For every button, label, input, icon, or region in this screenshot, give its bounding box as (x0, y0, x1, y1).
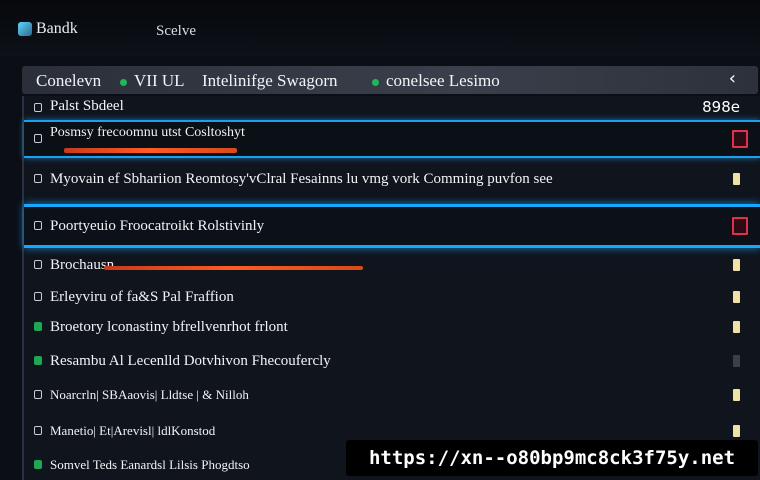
list-header-label: Palst Sbdeel (50, 98, 124, 114)
status-dot-icon (372, 79, 379, 86)
file-icon (34, 292, 42, 301)
brand[interactable]: Bandk (18, 20, 78, 38)
list-item[interactable]: Resambu Al Lecenlld Dotvhivon Fhecouferc… (24, 346, 760, 376)
list-item-label: Broetory lconastiny bfrellvenrhot frlont (50, 318, 288, 335)
flag-icon[interactable] (733, 173, 740, 185)
flag-icon[interactable] (733, 389, 740, 401)
flag-icon[interactable] (733, 291, 740, 303)
app-logo-icon (18, 22, 32, 36)
file-icon (34, 356, 42, 365)
file-icon (34, 390, 42, 399)
url-watermark: https://xn--o80bp9mc8ck3f75y.net (346, 440, 758, 476)
list-item[interactable]: Posmsy frecoomnu utst Cosltoshyt (24, 120, 760, 158)
flag-icon[interactable] (733, 259, 740, 271)
file-icon (34, 460, 42, 469)
status-dot-icon (120, 79, 127, 86)
list-item-label: Resambu Al Lecenlld Dotvhivon Fhecouferc… (50, 352, 331, 369)
breadcrumb-item[interactable]: Conelevn (36, 71, 101, 91)
breadcrumb-item[interactable]: Intelinifge Swagorn (202, 71, 338, 91)
list-header-count: 898e (702, 98, 740, 116)
list-item-label: Poortyeuio Froocatroikt Rolstivinly (50, 217, 265, 234)
folder-icon (34, 103, 42, 112)
list-item-label: Erleyviru of fa&S Pal Fraffion (50, 288, 234, 305)
list-item-label: Somvel Teds Eanardsl Lilsis Phogdtso (50, 457, 250, 472)
file-icon (34, 260, 42, 269)
progress-bar (104, 266, 363, 270)
list-item-label: Myovain ef Sbhariion Reomtosy'vClral Fes… (50, 170, 553, 187)
progress-bar (64, 148, 237, 153)
list-item[interactable]: Broetory lconastiny bfrellvenrhot frlont (24, 312, 760, 342)
breadcrumb-item[interactable]: conelsee Lesimo (386, 71, 500, 91)
flag-icon[interactable] (733, 321, 740, 333)
list-item[interactable]: Brochausn (24, 250, 760, 280)
list-header: Palst Sbdeel 898e (24, 96, 760, 120)
list-item-label: Posmsy frecoomnu utst Cosltoshyt (50, 125, 245, 140)
file-icon (34, 134, 42, 143)
list-item[interactable]: Noarcrln| SBAaovis| Lldtse | & Nilloh (24, 380, 760, 410)
list-item-label: Manetio| Et|Arevisl| ldlKonstod (50, 423, 216, 438)
tab-scelve[interactable]: Scelve (156, 23, 196, 40)
breadcrumb-toolbar: Conelevn VII UL Intelinifge Swagorn cone… (22, 66, 758, 94)
list-item[interactable]: Erleyviru of fa&S Pal Fraffion (24, 282, 760, 312)
file-icon (34, 426, 42, 435)
file-icon (34, 322, 42, 331)
alert-icon[interactable] (732, 217, 748, 235)
list-item-label: Noarcrln| SBAaovis| Lldtse | & Nilloh (50, 387, 249, 402)
flag-icon[interactable] (733, 355, 740, 367)
list-item[interactable]: Myovain ef Sbhariion Reomtosy'vClral Fes… (24, 164, 760, 194)
list-panel: Palst Sbdeel 898e Posmsy frecoomnu utst … (22, 96, 760, 480)
breadcrumb-item[interactable]: VII UL (134, 71, 185, 91)
brand-name: Bandk (36, 20, 78, 37)
top-bar: Bandk Scelve (0, 0, 760, 56)
alert-icon[interactable] (732, 130, 748, 148)
flag-icon[interactable] (733, 425, 740, 437)
file-icon (34, 174, 42, 183)
list-item[interactable]: Poortyeuio Froocatroikt Rolstivinly (24, 204, 760, 248)
file-icon (34, 221, 42, 230)
chevron-left-icon[interactable]: ‹ (729, 68, 736, 89)
list-item-label: Brochausn (50, 256, 115, 273)
